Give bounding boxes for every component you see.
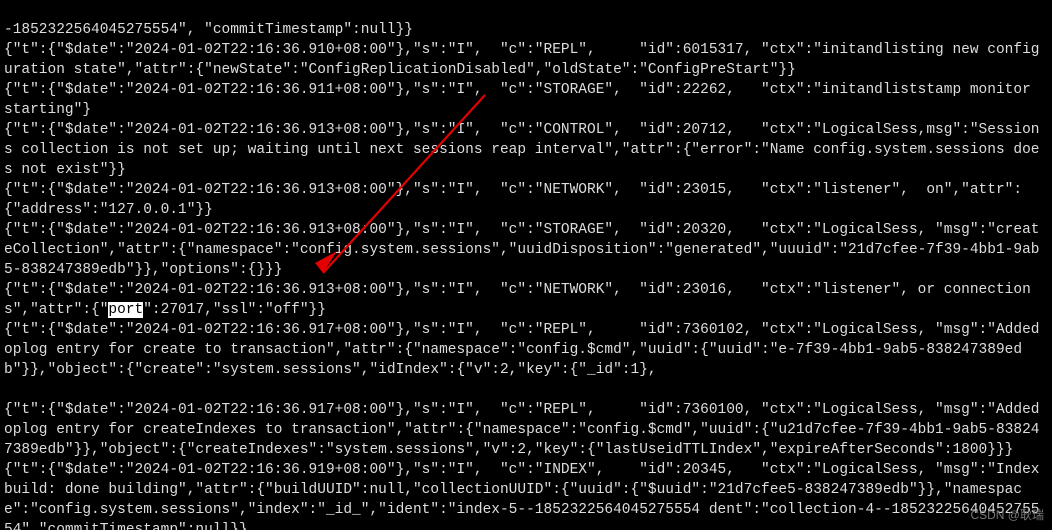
log-text: -1852322564045275554", "commitTimestamp"…: [4, 20, 1048, 530]
terminal-output: -1852322564045275554", "commitTimestamp"…: [0, 0, 1052, 530]
watermark: CSDN @耿瑞: [970, 507, 1044, 524]
search-highlight: port: [108, 302, 143, 318]
